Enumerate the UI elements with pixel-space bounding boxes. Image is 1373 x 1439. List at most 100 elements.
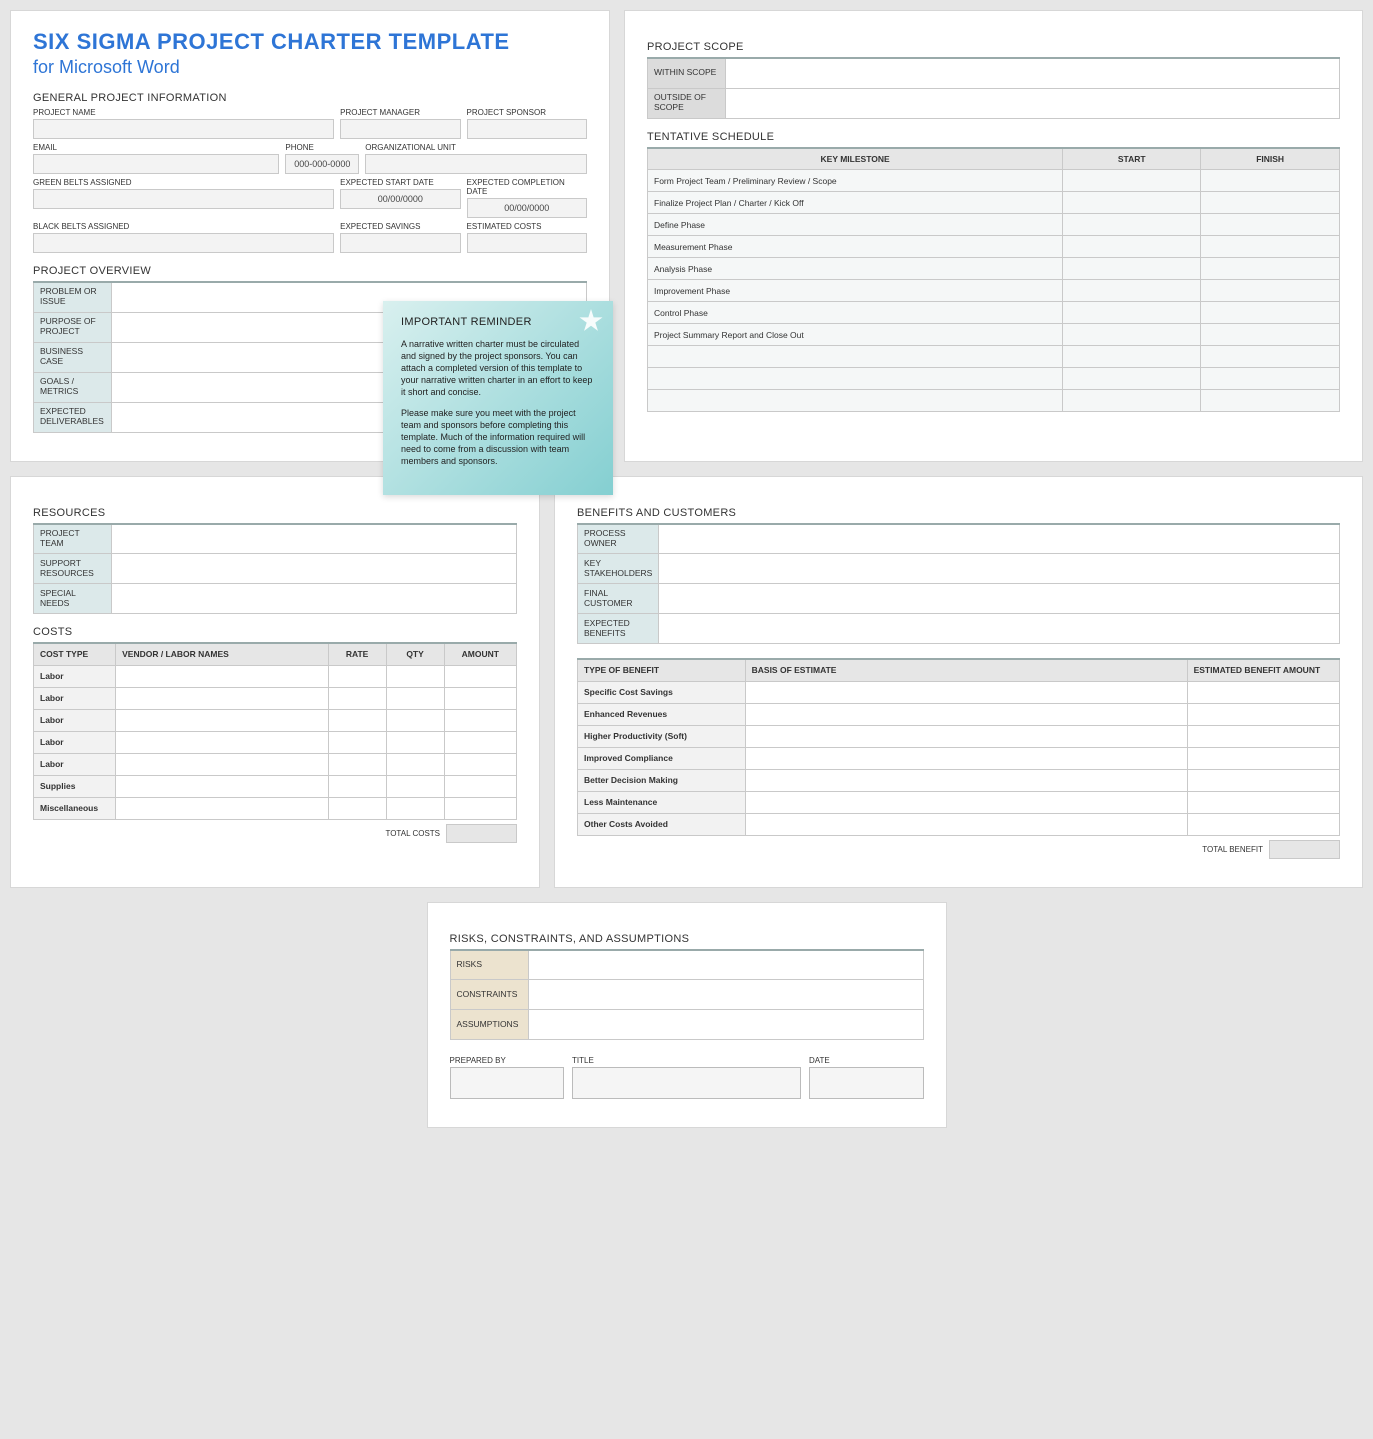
row-value[interactable]: [528, 1010, 923, 1040]
cost-cell[interactable]: [116, 775, 329, 797]
benefit-cell[interactable]: [745, 769, 1187, 791]
cost-cell[interactable]: [116, 665, 329, 687]
row-value[interactable]: [726, 58, 1340, 88]
cost-cell[interactable]: [328, 797, 386, 819]
cost-cell[interactable]: [386, 775, 444, 797]
start-cell[interactable]: [1063, 258, 1201, 280]
cost-cell[interactable]: [386, 709, 444, 731]
start-cell[interactable]: [1063, 280, 1201, 302]
milestone-cell[interactable]: [648, 390, 1063, 412]
milestone-cell[interactable]: Form Project Team / Preliminary Review /…: [648, 170, 1063, 192]
finish-cell[interactable]: [1201, 258, 1340, 280]
start-cell[interactable]: [1063, 324, 1201, 346]
cost-cell[interactable]: [386, 665, 444, 687]
finish-cell[interactable]: [1201, 280, 1340, 302]
finish-cell[interactable]: [1201, 302, 1340, 324]
finish-cell[interactable]: [1201, 324, 1340, 346]
benefit-cell[interactable]: [745, 813, 1187, 835]
cost-cell[interactable]: [328, 775, 386, 797]
row-value[interactable]: [112, 554, 517, 584]
cost-cell[interactable]: [444, 775, 516, 797]
cost-cell[interactable]: [328, 665, 386, 687]
start-cell[interactable]: [1063, 236, 1201, 258]
row-value[interactable]: [112, 584, 517, 614]
finish-cell[interactable]: [1201, 170, 1340, 192]
start-cell[interactable]: [1063, 192, 1201, 214]
finish-cell[interactable]: [1201, 368, 1340, 390]
benefit-cell[interactable]: [1187, 681, 1339, 703]
benefit-cell[interactable]: [745, 703, 1187, 725]
cost-cell[interactable]: [444, 665, 516, 687]
row-value[interactable]: [659, 584, 1340, 614]
finish-cell[interactable]: [1201, 346, 1340, 368]
input-project-sponsor[interactable]: [467, 119, 587, 139]
benefit-cell[interactable]: [1187, 703, 1339, 725]
cost-cell[interactable]: [444, 753, 516, 775]
benefit-total-value[interactable]: [1270, 840, 1340, 858]
finish-cell[interactable]: [1201, 390, 1340, 412]
cost-cell[interactable]: [444, 797, 516, 819]
cost-cell[interactable]: [116, 797, 329, 819]
cost-cell[interactable]: [328, 753, 386, 775]
benefit-cell[interactable]: [745, 747, 1187, 769]
input-green-belts[interactable]: [33, 189, 334, 209]
start-cell[interactable]: [1063, 170, 1201, 192]
row-value[interactable]: [726, 88, 1340, 118]
benefit-cell[interactable]: [1187, 725, 1339, 747]
milestone-cell[interactable]: Control Phase: [648, 302, 1063, 324]
cost-cell[interactable]: [116, 753, 329, 775]
cost-cell[interactable]: [386, 687, 444, 709]
finish-cell[interactable]: [1201, 236, 1340, 258]
row-value[interactable]: [659, 554, 1340, 584]
start-cell[interactable]: [1063, 390, 1201, 412]
cost-cell[interactable]: [444, 731, 516, 753]
sig-prepared-box[interactable]: [450, 1067, 565, 1099]
input-exp-start[interactable]: 00/00/0000: [340, 189, 460, 209]
row-value[interactable]: [528, 950, 923, 980]
start-cell[interactable]: [1063, 346, 1201, 368]
milestone-cell[interactable]: [648, 346, 1063, 368]
input-exp-savings[interactable]: [340, 233, 460, 253]
cost-cell[interactable]: [444, 687, 516, 709]
benefit-cell[interactable]: [1187, 769, 1339, 791]
cost-cell[interactable]: [116, 731, 329, 753]
input-est-costs[interactable]: [467, 233, 587, 253]
input-project-name[interactable]: [33, 119, 334, 139]
input-project-manager[interactable]: [340, 119, 460, 139]
milestone-cell[interactable]: Analysis Phase: [648, 258, 1063, 280]
benefit-cell[interactable]: [745, 725, 1187, 747]
milestone-cell[interactable]: Improvement Phase: [648, 280, 1063, 302]
cost-cell[interactable]: [386, 753, 444, 775]
benefit-cell[interactable]: [1187, 747, 1339, 769]
finish-cell[interactable]: [1201, 214, 1340, 236]
input-black-belts[interactable]: [33, 233, 334, 253]
cost-cell[interactable]: [386, 731, 444, 753]
milestone-cell[interactable]: Project Summary Report and Close Out: [648, 324, 1063, 346]
row-value[interactable]: [112, 524, 517, 554]
sig-date-box[interactable]: [809, 1067, 924, 1099]
cost-cell[interactable]: [328, 687, 386, 709]
input-email[interactable]: [33, 154, 279, 174]
cost-cell[interactable]: [328, 709, 386, 731]
milestone-cell[interactable]: Define Phase: [648, 214, 1063, 236]
row-value[interactable]: [659, 524, 1340, 554]
cost-cell[interactable]: [386, 797, 444, 819]
milestone-cell[interactable]: Finalize Project Plan / Charter / Kick O…: [648, 192, 1063, 214]
start-cell[interactable]: [1063, 302, 1201, 324]
cost-cell[interactable]: [328, 731, 386, 753]
start-cell[interactable]: [1063, 214, 1201, 236]
start-cell[interactable]: [1063, 368, 1201, 390]
input-org-unit[interactable]: [365, 154, 587, 174]
benefit-cell[interactable]: [745, 681, 1187, 703]
milestone-cell[interactable]: Measurement Phase: [648, 236, 1063, 258]
input-phone[interactable]: 000-000-0000: [285, 154, 359, 174]
benefit-cell[interactable]: [1187, 791, 1339, 813]
row-value[interactable]: [659, 614, 1340, 644]
cost-cell[interactable]: [116, 687, 329, 709]
cost-cell[interactable]: [116, 709, 329, 731]
finish-cell[interactable]: [1201, 192, 1340, 214]
cost-cell[interactable]: [444, 709, 516, 731]
milestone-cell[interactable]: [648, 368, 1063, 390]
row-value[interactable]: [528, 980, 923, 1010]
benefit-cell[interactable]: [745, 791, 1187, 813]
